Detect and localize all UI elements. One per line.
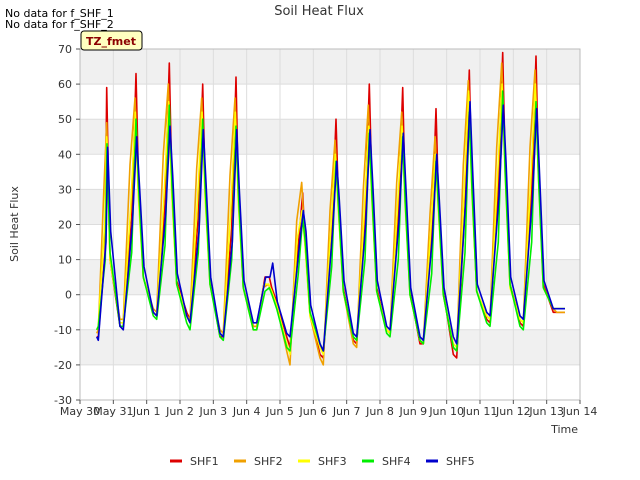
y-axis-label: Soil Heat Flux [8, 186, 21, 262]
x-tick-label: Jun 1 [132, 405, 161, 418]
x-tick-label: Jun 2 [165, 405, 194, 418]
x-tick-label: Jun 14 [562, 405, 598, 418]
x-tick-label: Jun 3 [198, 405, 227, 418]
tag-box: TZ_fmet [80, 30, 143, 51]
legend: SHF1 SHF2 SHF3 SHF4 SHF5 [170, 455, 475, 468]
x-tick-label: May 31 [93, 405, 133, 418]
y-axis-ticks: -30-20-10010203040506070 [54, 43, 80, 407]
legend-label-shf1: SHF1 [190, 455, 219, 468]
legend-label-shf4: SHF4 [382, 455, 411, 468]
legend-label-shf5: SHF5 [446, 455, 475, 468]
chart-title: Soil Heat Flux [274, 4, 364, 19]
y-tick-label: 10 [58, 254, 72, 267]
legend-label-shf3: SHF3 [318, 455, 347, 468]
plot-band [80, 49, 580, 85]
y-tick-label: 0 [65, 289, 72, 302]
x-tick-label: Jun 7 [332, 405, 361, 418]
legend-label-shf2: SHF2 [254, 455, 283, 468]
y-tick-label: 60 [58, 78, 72, 91]
x-tick-label: Jun 13 [528, 405, 564, 418]
x-tick-label: Jun 4 [232, 405, 261, 418]
x-tick-label: Jun 12 [495, 405, 531, 418]
y-tick-label: -20 [54, 359, 72, 372]
y-tick-label: 30 [58, 183, 72, 196]
x-axis-label: Time [550, 423, 578, 436]
y-tick-label: -10 [54, 324, 72, 337]
tag-label: TZ_fmet [86, 35, 136, 48]
x-tick-label: Jun 8 [365, 405, 394, 418]
y-tick-label: 70 [58, 43, 72, 56]
y-tick-label: 20 [58, 219, 72, 232]
soil-heat-flux-chart: -30-20-10010203040506070 May 30May 31 Jun… [8, 4, 597, 468]
x-tick-label: Jun 6 [298, 405, 327, 418]
plot-band [80, 329, 580, 365]
x-tick-label: Jun 9 [398, 405, 427, 418]
y-tick-label: 50 [58, 113, 72, 126]
x-axis-ticks: May 30May 31 Jun 1 Jun 2 Jun 3 Jun 4 Jun 5 Jun… [60, 400, 597, 418]
x-tick-label: Jun 5 [265, 405, 294, 418]
x-tick-label: Jun 11 [462, 405, 498, 418]
y-tick-label: 40 [58, 148, 72, 161]
x-tick-label: Jun 10 [428, 405, 464, 418]
